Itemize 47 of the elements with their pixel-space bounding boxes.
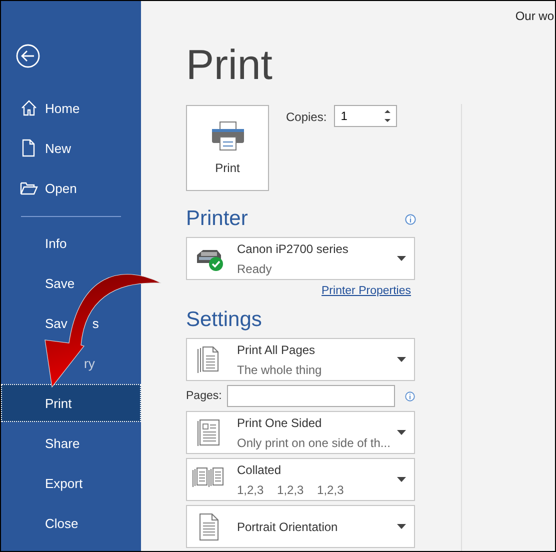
sidebar-item[interactable]: Save — [1, 264, 141, 302]
printer-name: Canon iP2700 series — [237, 240, 350, 258]
info-icon — [405, 214, 416, 224]
home-icon — [20, 99, 38, 117]
option-description: Only print on one side of th... — [237, 434, 392, 452]
caret-icon — [397, 477, 406, 482]
caret-icon — [397, 256, 406, 261]
sidebar-item[interactable]: Sav s — [1, 304, 141, 342]
print-button[interactable]: Print — [186, 105, 269, 191]
caret-icon — [397, 357, 406, 362]
sidebar-item[interactable]: New — [1, 129, 141, 167]
pages-label: Pages: — [186, 390, 223, 402]
option-title: Print All Pages — [237, 342, 316, 358]
printer-dropdown[interactable]: Canon iP2700 series Ready — [186, 237, 415, 280]
option-description: 1,2,3 1,2,3 1,2,3 — [237, 482, 345, 498]
info-icon — [404, 390, 415, 402]
spin-arrows-icon — [384, 108, 391, 124]
copies-label: Copies: — [286, 110, 327, 124]
document-text: Our wo — [515, 9, 554, 23]
section-heading: Printer — [186, 206, 248, 232]
caret-icon — [397, 430, 406, 435]
option-description: The whole thing — [237, 362, 323, 378]
page-title: Print — [186, 41, 274, 89]
printer-icon — [210, 121, 244, 151]
back-button[interactable] — [16, 44, 40, 68]
printer-status: Ready — [237, 260, 273, 278]
option-title: Print One Sided — [237, 414, 323, 432]
sidebar-item[interactable]: ry — [1, 344, 141, 382]
back-icon — [16, 44, 40, 68]
sidebar-item[interactable]: Close — [1, 504, 141, 542]
section-heading: Settings — [186, 307, 263, 333]
settings-dropdown[interactable]: Print All Pages The whole thing — [186, 338, 415, 381]
sidebar-item[interactable]: Open — [1, 169, 141, 207]
sidebar-item[interactable]: Print — [1, 384, 141, 422]
sidebar-item[interactable]: Export — [1, 464, 141, 502]
settings-dropdown[interactable]: Print One Sided Only print on one side of th... — [186, 411, 415, 454]
option-title: Portrait Orientation — [237, 518, 339, 536]
sidebar-item[interactable]: Share — [1, 424, 141, 462]
printer-properties-link[interactable]: Printer Properties — [322, 285, 411, 297]
sidebar-item[interactable]: Home — [1, 89, 141, 127]
option-title: Collated — [237, 462, 282, 478]
pages-field[interactable] — [226, 385, 395, 407]
sidebar-item[interactable]: Info — [1, 224, 141, 262]
settings-dropdown[interactable]: Collated 1,2,3 1,2,3 1,2,3 — [186, 458, 415, 501]
settings-dropdown[interactable]: Portrait Orientation — [186, 505, 415, 548]
copies-spinner[interactable]: 1 — [334, 105, 397, 127]
caret-icon — [397, 524, 406, 529]
